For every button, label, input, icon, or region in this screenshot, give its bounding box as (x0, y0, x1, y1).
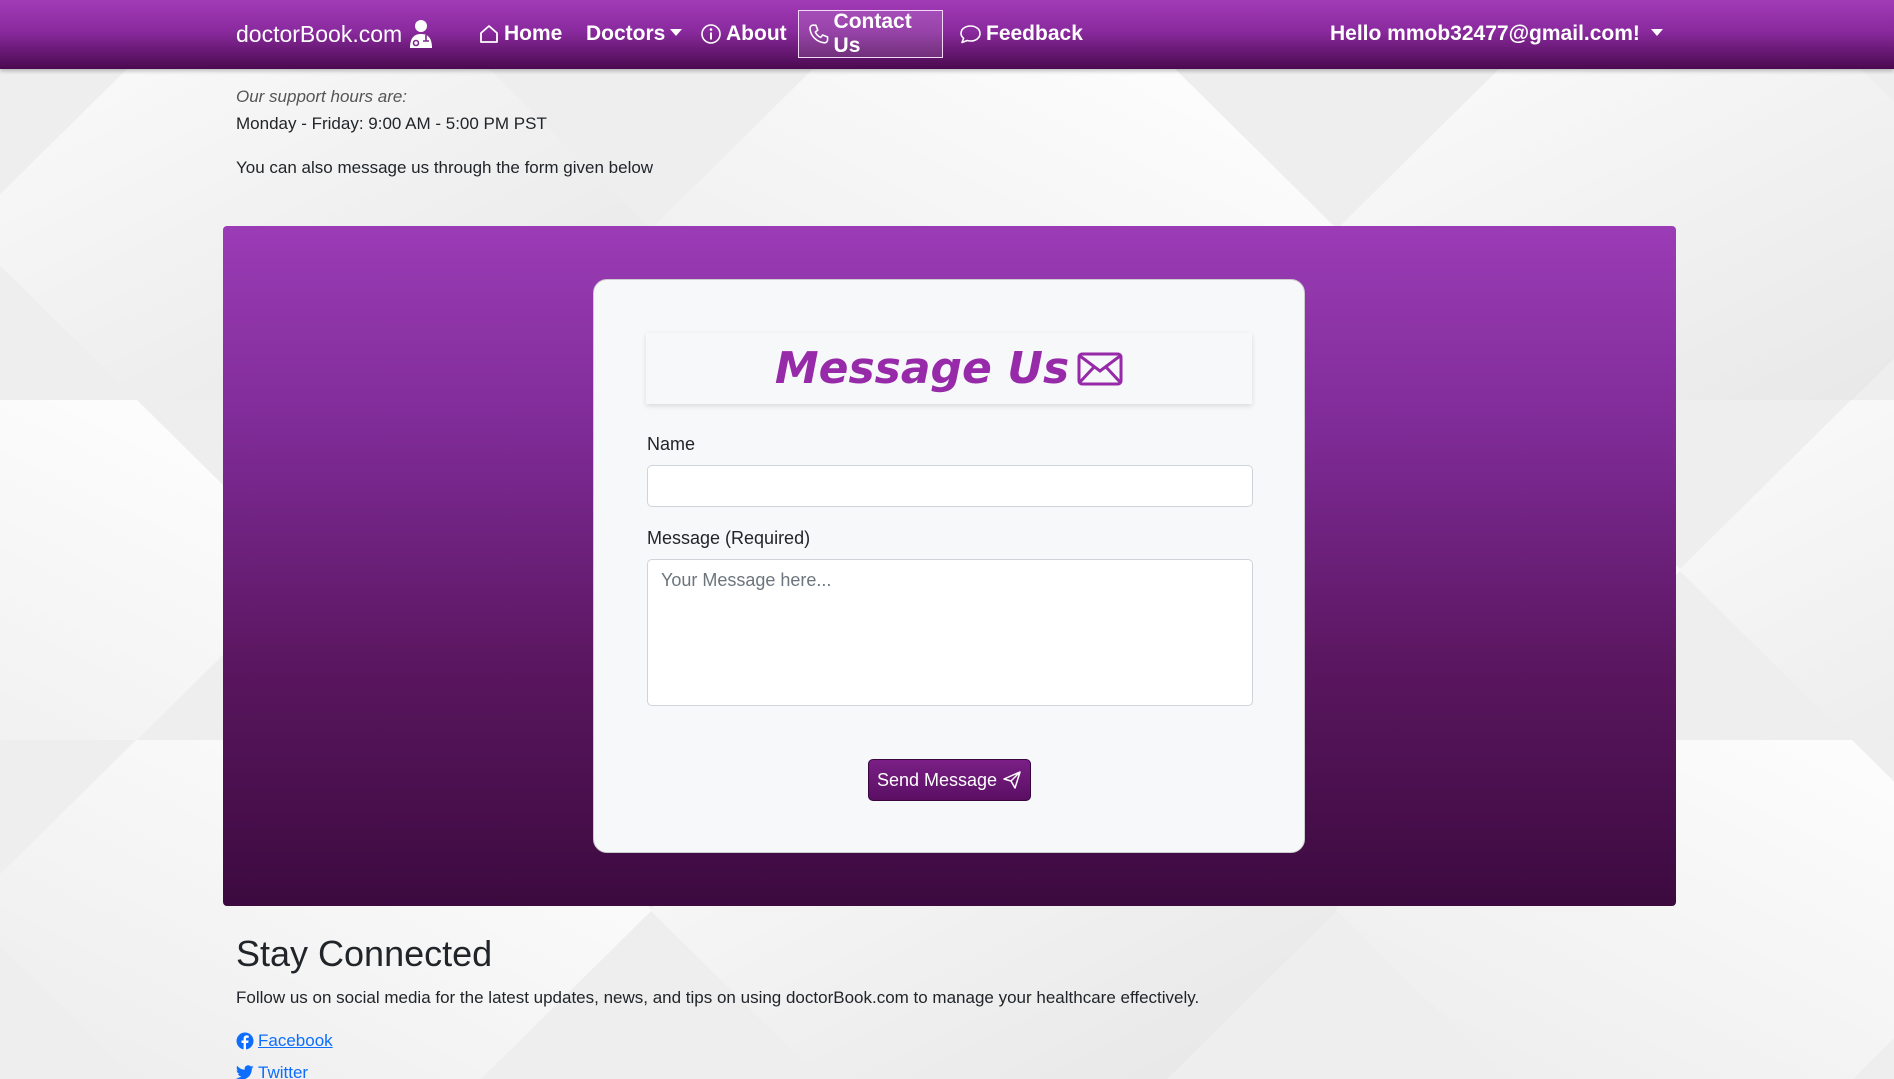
nav-about[interactable]: About (700, 10, 787, 58)
card-title: Message Us (774, 343, 1070, 394)
send-icon (1003, 771, 1021, 789)
nav-doctors-label: Doctors (586, 22, 666, 45)
envelope-icon (1077, 352, 1123, 385)
telephone-icon (809, 24, 829, 44)
nav-feedback-label: Feedback (986, 22, 1083, 45)
send-message-label: Send Message (876, 769, 998, 790)
name-input[interactable] (647, 465, 1253, 507)
caret-down-icon (1650, 28, 1663, 36)
top-navbar: doctorBook.com Home Doctors About Contac… (0, 0, 1894, 69)
chat-icon (960, 25, 981, 44)
twitter-icon (236, 1065, 254, 1079)
facebook-icon (236, 1032, 254, 1050)
message-textarea[interactable] (647, 559, 1253, 706)
caret-down-icon (670, 28, 683, 36)
info-circle-icon (701, 24, 721, 44)
support-hours-label: Our support hours are: (236, 87, 408, 106)
facebook-link[interactable]: Facebook (236, 1031, 333, 1051)
message-label: Message (Required) (647, 528, 811, 548)
message-card: Message Us Name Message (Required) Send … (593, 279, 1305, 853)
nav-home[interactable]: Home (478, 10, 562, 58)
brand-name: doctorBook.com (236, 20, 403, 47)
facebook-label: Facebook (258, 1031, 333, 1050)
nav-feedback[interactable]: Feedback (959, 10, 1083, 58)
twitter-link[interactable]: Twitter (236, 1063, 308, 1079)
nav-about-label: About (726, 22, 787, 45)
card-title-box: Message Us (646, 333, 1252, 404)
form-note: You can also message us through the form… (236, 158, 654, 177)
house-icon (480, 25, 498, 43)
user-greeting: Hello mmob32477@gmail.com! (1330, 22, 1640, 45)
stay-connected-title: Stay Connected (236, 933, 493, 974)
user-menu-dropdown[interactable]: Hello mmob32477@gmail.com! (1330, 10, 1663, 58)
nav-home-label: Home (504, 22, 563, 45)
doctor-icon (410, 20, 433, 48)
send-message-button[interactable]: Send Message (868, 759, 1031, 801)
twitter-label: Twitter (258, 1063, 309, 1079)
nav-doctors-dropdown[interactable]: Doctors (586, 10, 683, 58)
nav-contact-us[interactable]: Contact Us (798, 10, 943, 58)
support-hours: Monday - Friday: 9:00 AM - 5:00 PM PST (236, 114, 547, 133)
name-label: Name (647, 434, 696, 454)
stay-connected-text: Follow us on social media for the latest… (236, 988, 1200, 1007)
nav-contact-label: Contact Us (833, 10, 912, 57)
brand-logo[interactable]: doctorBook.com (236, 16, 434, 52)
